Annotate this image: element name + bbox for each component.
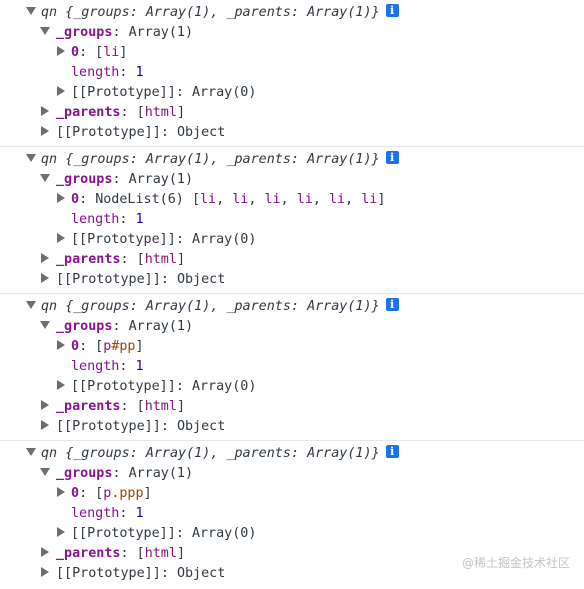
length-property: length: 1	[71, 506, 144, 521]
caret-down-icon	[26, 154, 36, 162]
groups-item-0[interactable]: 0: NodeList(6) [li, li, li, li, li, li]	[71, 190, 385, 210]
caret-right-icon	[41, 567, 49, 577]
expand-toggle[interactable]	[39, 23, 51, 43]
caret-right-icon	[41, 273, 49, 283]
expand-toggle[interactable]	[39, 170, 51, 190]
expand-toggle[interactable]	[39, 464, 51, 484]
array-prototype[interactable]: [[Prototype]]: Array(0)	[71, 524, 256, 544]
expand-toggle[interactable]	[55, 337, 67, 357]
object-summary[interactable]: qn {_groups: Array(1), _parents: Array(1…	[41, 3, 399, 23]
length-property: length: 1	[71, 65, 144, 80]
parents-property[interactable]: _parents: [html]	[56, 544, 185, 564]
caret-right-icon	[41, 547, 49, 557]
caret-right-icon	[41, 126, 49, 136]
info-icon[interactable]: i	[385, 297, 399, 311]
console-entry: qn {_groups: Array(1), _parents: Array(1…	[0, 0, 584, 147]
expand-toggle[interactable]	[25, 150, 37, 170]
caret-right-icon	[57, 86, 65, 96]
list-item: li	[232, 192, 249, 207]
expand-toggle[interactable]	[39, 250, 51, 270]
caret-right-icon	[41, 420, 49, 430]
info-icon[interactable]: i	[385, 444, 399, 458]
parents-property[interactable]: _parents: [html]	[56, 250, 185, 270]
watermark: @稀土掘金技术社区	[461, 556, 570, 570]
object-prototype[interactable]: [[Prototype]]: Object	[56, 564, 225, 584]
expand-toggle[interactable]	[25, 297, 37, 317]
caret-right-icon	[41, 253, 49, 263]
groups-property[interactable]: _groups: Array(1)	[56, 464, 193, 484]
caret-right-icon	[57, 193, 65, 203]
expand-toggle[interactable]	[39, 397, 51, 417]
length-property: length: 1	[71, 212, 144, 227]
expand-toggle[interactable]	[39, 270, 51, 290]
groups-property[interactable]: _groups: Array(1)	[56, 170, 193, 190]
caret-down-icon	[26, 301, 36, 309]
caret-right-icon	[57, 380, 65, 390]
groups-item-0[interactable]: 0: [p#pp]	[71, 337, 144, 357]
expand-toggle[interactable]	[55, 484, 67, 504]
list-item: li	[361, 192, 378, 207]
expand-toggle[interactable]	[55, 230, 67, 250]
expand-toggle[interactable]	[55, 83, 67, 103]
caret-down-icon	[26, 448, 36, 456]
array-prototype[interactable]: [[Prototype]]: Array(0)	[71, 230, 256, 250]
console-entry: qn {_groups: Array(1), _parents: Array(1…	[0, 147, 584, 294]
expand-toggle[interactable]	[39, 123, 51, 143]
caret-right-icon	[57, 487, 65, 497]
object-prototype[interactable]: [[Prototype]]: Object	[56, 270, 225, 290]
expand-toggle[interactable]	[39, 317, 51, 337]
list-item: li	[329, 192, 346, 207]
object-summary[interactable]: qn {_groups: Array(1), _parents: Array(1…	[41, 297, 399, 317]
array-prototype[interactable]: [[Prototype]]: Array(0)	[71, 83, 256, 103]
expand-toggle[interactable]	[25, 3, 37, 23]
caret-down-icon	[40, 174, 50, 182]
object-name: qn	[41, 446, 58, 461]
expand-toggle[interactable]	[25, 444, 37, 464]
caret-right-icon	[57, 527, 65, 537]
parents-property[interactable]: _parents: [html]	[56, 103, 185, 123]
length-property: length: 1	[71, 359, 144, 374]
caret-right-icon	[57, 46, 65, 56]
object-name: qn	[41, 5, 58, 20]
console-entry: qn {_groups: Array(1), _parents: Array(1…	[0, 294, 584, 441]
expand-toggle[interactable]	[55, 377, 67, 397]
expand-toggle[interactable]	[39, 544, 51, 564]
parents-property[interactable]: _parents: [html]	[56, 397, 185, 417]
object-name: qn	[41, 299, 58, 314]
caret-down-icon	[40, 468, 50, 476]
groups-property[interactable]: _groups: Array(1)	[56, 23, 193, 43]
groups-property[interactable]: _groups: Array(1)	[56, 317, 193, 337]
expand-toggle[interactable]	[39, 103, 51, 123]
object-prototype[interactable]: [[Prototype]]: Object	[56, 417, 225, 437]
list-item: li	[200, 192, 217, 207]
expand-toggle[interactable]	[39, 564, 51, 584]
info-icon[interactable]: i	[385, 150, 399, 164]
object-prototype[interactable]: [[Prototype]]: Object	[56, 123, 225, 143]
object-summary[interactable]: qn {_groups: Array(1), _parents: Array(1…	[41, 444, 399, 464]
caret-right-icon	[57, 340, 65, 350]
expand-toggle[interactable]	[39, 417, 51, 437]
expand-toggle[interactable]	[55, 43, 67, 63]
caret-right-icon	[41, 106, 49, 116]
caret-down-icon	[40, 321, 50, 329]
groups-item-0[interactable]: 0: [p.ppp]	[71, 484, 152, 504]
object-summary[interactable]: qn {_groups: Array(1), _parents: Array(1…	[41, 150, 399, 170]
caret-right-icon	[57, 233, 65, 243]
caret-right-icon	[41, 400, 49, 410]
object-name: qn	[41, 152, 58, 167]
caret-down-icon	[26, 7, 36, 15]
groups-item-0[interactable]: 0: [li]	[71, 43, 127, 63]
info-icon[interactable]: i	[385, 3, 399, 17]
array-prototype[interactable]: [[Prototype]]: Array(0)	[71, 377, 256, 397]
expand-toggle[interactable]	[55, 524, 67, 544]
list-item: li	[264, 192, 281, 207]
caret-down-icon	[40, 27, 50, 35]
expand-toggle[interactable]	[55, 190, 67, 210]
list-item: li	[296, 192, 313, 207]
